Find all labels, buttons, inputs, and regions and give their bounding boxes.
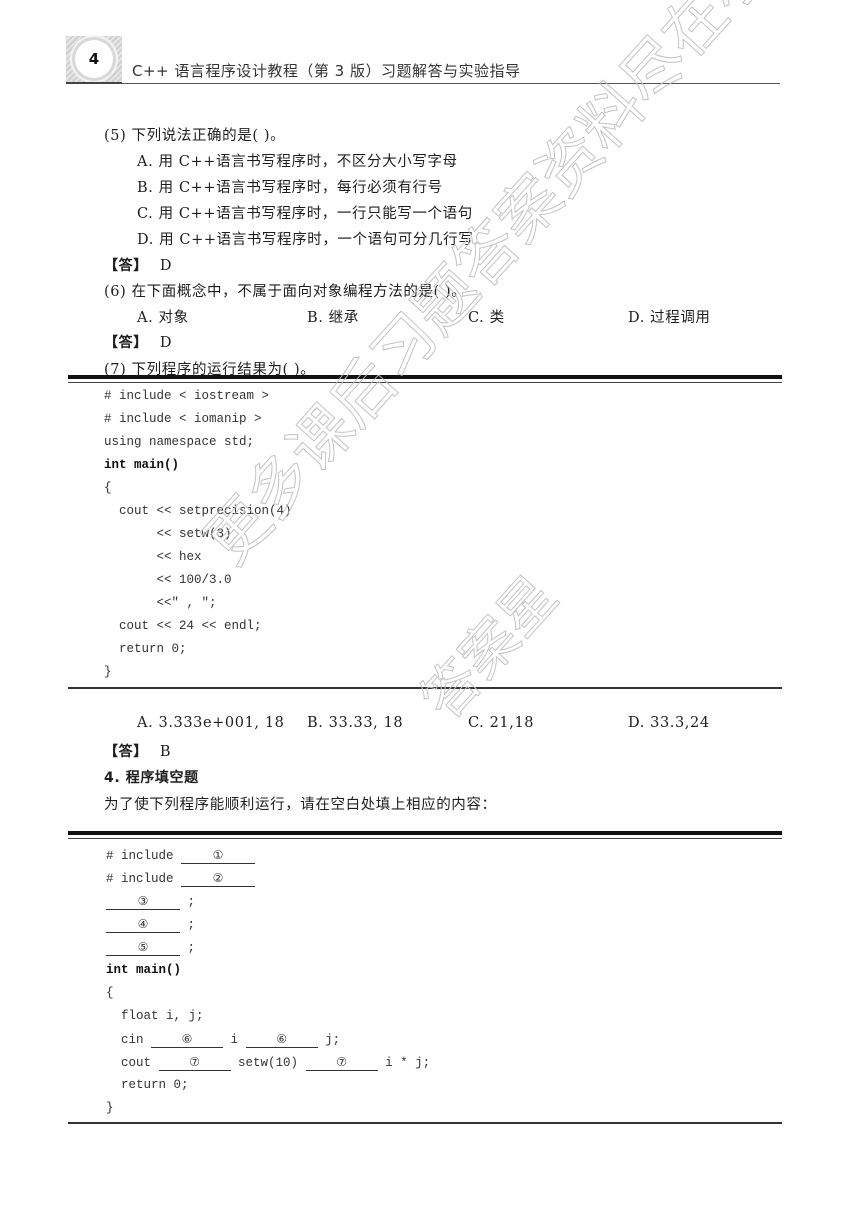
code-line: int main() <box>104 458 180 472</box>
code-line: float i, j; <box>121 1009 204 1023</box>
code-line: # include < iomanip > <box>104 412 262 426</box>
blank-6a[interactable]: ⑥ <box>151 1032 224 1048</box>
book-title: C++ 语言程序设计教程（第 3 版）习题解答与实验指导 <box>132 62 521 80</box>
q7-option-b: B. 33.33, 18 <box>307 715 404 731</box>
blank-3[interactable]: ③ <box>106 894 180 910</box>
q6-answer: 【答】 D <box>104 332 172 352</box>
code-line: # include < iostream > <box>104 389 270 403</box>
header-rule-accent <box>66 82 122 84</box>
answer-value: D <box>159 258 173 274</box>
answer-value: B <box>159 744 172 760</box>
page-number: 4 <box>75 40 113 78</box>
code-line: << setw(3) <box>104 527 232 541</box>
q5-option-b: B. 用 C++语言书写程序时，每行必须有行号 <box>137 180 443 196</box>
code-text: # include <box>106 849 174 863</box>
code-line: using namespace std; <box>104 435 255 449</box>
code-text: # include <box>106 872 174 886</box>
code-line: cin ⑥ i ⑥ j; <box>121 1032 340 1048</box>
running-header: 4 C++ 语言程序设计教程（第 3 版）习题解答与实验指导 <box>66 36 780 86</box>
code-line: { <box>104 481 112 495</box>
section-instruction: 为了使下列程序能顺利运行，请在空白处填上相应的内容： <box>104 797 497 813</box>
code-line: << 100/3.0 <box>104 573 232 587</box>
code-line: # include ① <box>106 848 256 864</box>
code-line: cout ⑦ setw(10) ⑦ i * j; <box>121 1055 430 1071</box>
q7-option-a: A. 3.333e+001, 18 <box>137 715 285 731</box>
answer-value: D <box>159 335 173 351</box>
code-text: cout <box>121 1056 152 1070</box>
code-box-bottom-rule <box>68 687 782 689</box>
code-line: { <box>106 986 114 1000</box>
code-line: << hex <box>104 550 202 564</box>
blank-7a[interactable]: ⑦ <box>158 1055 231 1071</box>
code-line: # include ② <box>106 871 256 887</box>
section-title: 4. 程序填空题 <box>104 770 199 786</box>
blank-1[interactable]: ① <box>181 848 256 864</box>
code-text: cin <box>121 1033 144 1047</box>
code-line: ③ ; <box>106 894 195 910</box>
blank-5[interactable]: ⑤ <box>106 940 180 956</box>
code-line: } <box>106 1101 114 1115</box>
code-line: } <box>104 665 112 679</box>
code-line: <<" , "; <box>104 596 217 610</box>
blank-7b[interactable]: ⑦ <box>305 1055 378 1071</box>
q7-option-c: C. 21,18 <box>468 715 535 731</box>
q5-answer: 【答】 D <box>104 255 172 275</box>
answer-label: 【答】 <box>104 335 148 351</box>
q5-option-d: D. 用 C++语言书写程序时，一个语句可分几行写 <box>137 232 474 248</box>
answer-label: 【答】 <box>104 258 148 274</box>
code-line: ⑤ ; <box>106 940 195 956</box>
q6-option-d: D. 过程调用 <box>628 310 711 326</box>
answer-label: 【答】 <box>104 744 148 760</box>
code-line: int main() <box>106 963 182 977</box>
code-text: setw(10) <box>238 1056 299 1070</box>
code-text: i * j; <box>385 1056 431 1070</box>
code-box-top-rule <box>68 375 782 379</box>
code-line: ④ ; <box>106 917 195 933</box>
code-text: i <box>230 1033 239 1047</box>
page-number-badge: 4 <box>66 36 122 82</box>
blank-6b[interactable]: ⑥ <box>245 1032 318 1048</box>
code-text: ; <box>187 895 196 909</box>
code-text: j; <box>325 1033 341 1047</box>
code-box-top-rule-thin <box>68 382 782 383</box>
code-line: cout << 24 << endl; <box>104 619 262 633</box>
q7-answer: 【答】 B <box>104 741 171 761</box>
q6-option-a: A. 对象 <box>137 310 189 326</box>
q5-option-a: A. 用 C++语言书写程序时，不区分大小写字母 <box>137 154 458 170</box>
header-rule <box>66 83 780 84</box>
code-box-bottom-rule <box>68 1122 782 1124</box>
q5-option-c: C. 用 C++语言书写程序时，一行只能写一个语句 <box>137 206 473 222</box>
question-5: (5) 下列说法正确的是( )。 <box>104 128 286 144</box>
q6-option-b: B. 继承 <box>307 310 359 326</box>
q7-option-d: D. 33.3,24 <box>628 715 710 731</box>
watermark-text-secondary: 答案星 <box>409 563 571 733</box>
code-text: ; <box>187 941 196 955</box>
question-6: (6) 在下面概念中，不属于面向对象编程方法的是( )。 <box>104 284 467 300</box>
code-line: return 0; <box>121 1078 189 1092</box>
code-line: cout << setprecision(4) <box>104 504 292 518</box>
code-text: ; <box>187 918 196 932</box>
code-line: return 0; <box>104 642 187 656</box>
code-box-top-rule <box>68 831 782 835</box>
code-box-top-rule-thin <box>68 838 782 839</box>
blank-4[interactable]: ④ <box>106 917 180 933</box>
q6-option-c: C. 类 <box>468 310 505 326</box>
blank-2[interactable]: ② <box>181 871 256 887</box>
